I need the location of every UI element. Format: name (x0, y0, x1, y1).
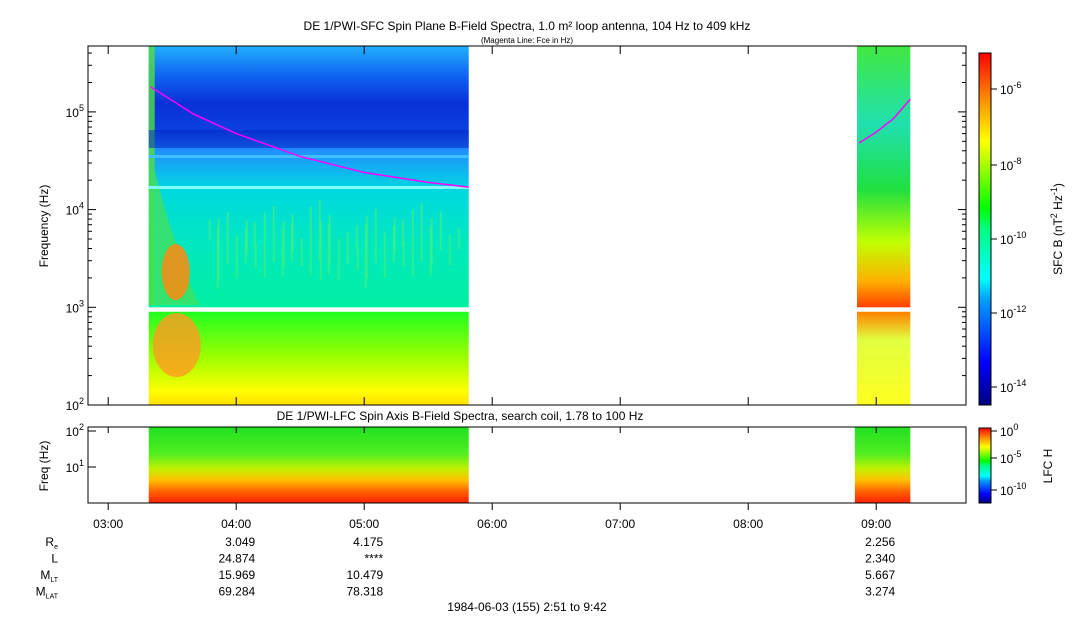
ephemeris-value: 24.874 (218, 552, 255, 566)
top-colorbar-tick-label: 10-8 (1000, 156, 1021, 173)
x-tick-label: 05:00 (349, 517, 379, 531)
spectrogram-burst-feature (364, 224, 367, 288)
ephemeris-row-label: MLT (40, 568, 58, 584)
spectrogram-emission-feature (152, 313, 201, 377)
spectrogram-line-feature (148, 155, 469, 158)
bottom-colorbar (978, 427, 992, 504)
spectrogram-burst-feature (346, 232, 349, 264)
top-colorbar-label: SFC B (nT2 Hz-1) (1049, 183, 1065, 275)
top-panel-title: DE 1/PWI-SFC Spin Plane B-Field Spectra,… (304, 19, 751, 33)
ephemeris-row-label: L (51, 552, 58, 566)
x-tick-label: 08:00 (733, 517, 763, 531)
spectrogram-burst-feature (226, 212, 229, 264)
bottom-colorbar-tick-label: 100 (1000, 422, 1018, 439)
spectrogram-burst-feature (448, 235, 451, 265)
spectrogram-burst-feature (457, 228, 460, 250)
ephemeris-value: 5.667 (865, 568, 895, 582)
figure-canvas: DE 1/PWI-SFC Spin Plane B-Field Spectra,… (36, 19, 1065, 614)
top-y-tick-label: 104 (66, 201, 84, 218)
spectrogram-edge-feature (148, 46, 155, 305)
spectrogram-block-high (148, 46, 469, 308)
ephemeris-row-label: MLAT (36, 585, 59, 601)
x-tick-label: 09:00 (861, 517, 891, 531)
spectrogram-burst-feature (429, 226, 432, 276)
bottom-y-tick-label: 102 (66, 422, 84, 439)
bottom-colorbar-tick-label: 10-10 (1000, 481, 1026, 498)
ephemeris-value: 3.049 (225, 535, 255, 549)
spectrogram-burst-feature (383, 232, 386, 278)
top-colorbar-tick-label: 10-12 (1000, 304, 1026, 321)
ephemeris-value: 10.479 (346, 568, 383, 582)
spectrogram-burst-feature (216, 227, 219, 289)
spectrogram-burst-feature (235, 235, 238, 279)
ephemeris-value: 2.256 (865, 535, 895, 549)
spectrogram-burst-feature (254, 244, 257, 268)
spectrogram-burst-feature (420, 203, 423, 261)
top-colorbar-tick-label: 10-10 (1000, 230, 1026, 247)
spectrogram-burst-feature (309, 206, 312, 276)
bottom-colorbar-tick-label: 10-5 (1000, 449, 1021, 466)
spectrogram-burst-feature (439, 211, 442, 251)
spectrogram-burst-feature (411, 209, 414, 277)
x-tick-label: 04:00 (221, 517, 251, 531)
ephemeris-value: 69.284 (218, 585, 255, 599)
top-y-tick-label: 102 (66, 396, 84, 413)
spectrogram-burst-feature (300, 238, 303, 266)
bottom-y-tick-label: 101 (66, 458, 84, 475)
spectrogram-burst-feature (337, 238, 340, 280)
x-tick-label: 03:00 (93, 517, 123, 531)
spectrogram-block-low (857, 311, 911, 405)
spectrogram-burst-feature (318, 200, 321, 260)
top-colorbar (978, 52, 992, 406)
spectrogram-emission-feature (161, 244, 190, 300)
lfc-spectrogram-block (148, 427, 469, 503)
bottom-y-axis-label: Freq (Hz) (37, 441, 51, 492)
ephemeris-value: 3.274 (865, 585, 895, 599)
spectrogram-burst-feature (290, 223, 293, 261)
spectrogram-burst-feature (392, 226, 395, 262)
spectrogram-burst-feature (401, 219, 404, 247)
spectrogram-line-feature (148, 186, 469, 189)
ephemeris-row-label: Re (45, 535, 58, 551)
spectrogram-burst-feature (244, 229, 247, 263)
top-panel-subtitle: (Magenta Line: Fce in Hz) (481, 36, 573, 45)
top-colorbar-tick-label: 10-14 (1000, 378, 1026, 395)
spectrogram-figure: DE 1/PWI-SFC Spin Plane B-Field Spectra,… (0, 0, 1083, 620)
lfc-spectrogram-block (854, 427, 911, 503)
x-tick-label: 06:00 (477, 517, 507, 531)
top-y-tick-label: 105 (66, 103, 84, 120)
bottom-panel-title: DE 1/PWI-LFC Spin Axis B-Field Spectra, … (277, 409, 644, 423)
ephemeris-value: 78.318 (346, 585, 383, 599)
top-y-tick-label: 103 (66, 298, 84, 315)
spectrogram-burst-feature (374, 209, 377, 263)
top-colorbar-tick-label: 10-6 (1000, 80, 1021, 97)
spectrogram-burst-feature (356, 247, 359, 269)
ephemeris-value: 4.175 (353, 535, 383, 549)
spectrogram-burst-feature (253, 222, 256, 248)
ephemeris-value: 2.340 (865, 552, 895, 566)
spectrogram-burst-feature (208, 220, 211, 240)
ephemeris-value: **** (365, 552, 384, 566)
footer-date-range: 1984-06-03 (155) 2:51 to 9:42 (447, 600, 607, 614)
spectrogram-band-feature (148, 130, 469, 148)
spectrogram-block-high (857, 46, 911, 308)
spectrogram-burst-feature (281, 229, 284, 277)
x-tick-label: 07:00 (605, 517, 635, 531)
spectrogram-burst-feature (272, 206, 275, 262)
spectrogram-burst-feature (263, 212, 266, 278)
spectrogram-burst-feature (327, 223, 330, 275)
top-y-axis-label: Frequency (Hz) (37, 185, 51, 268)
ephemeris-value: 15.969 (218, 568, 255, 582)
bottom-colorbar-label: LFC H (1041, 449, 1055, 484)
spectrogram-burst-feature (355, 225, 358, 249)
